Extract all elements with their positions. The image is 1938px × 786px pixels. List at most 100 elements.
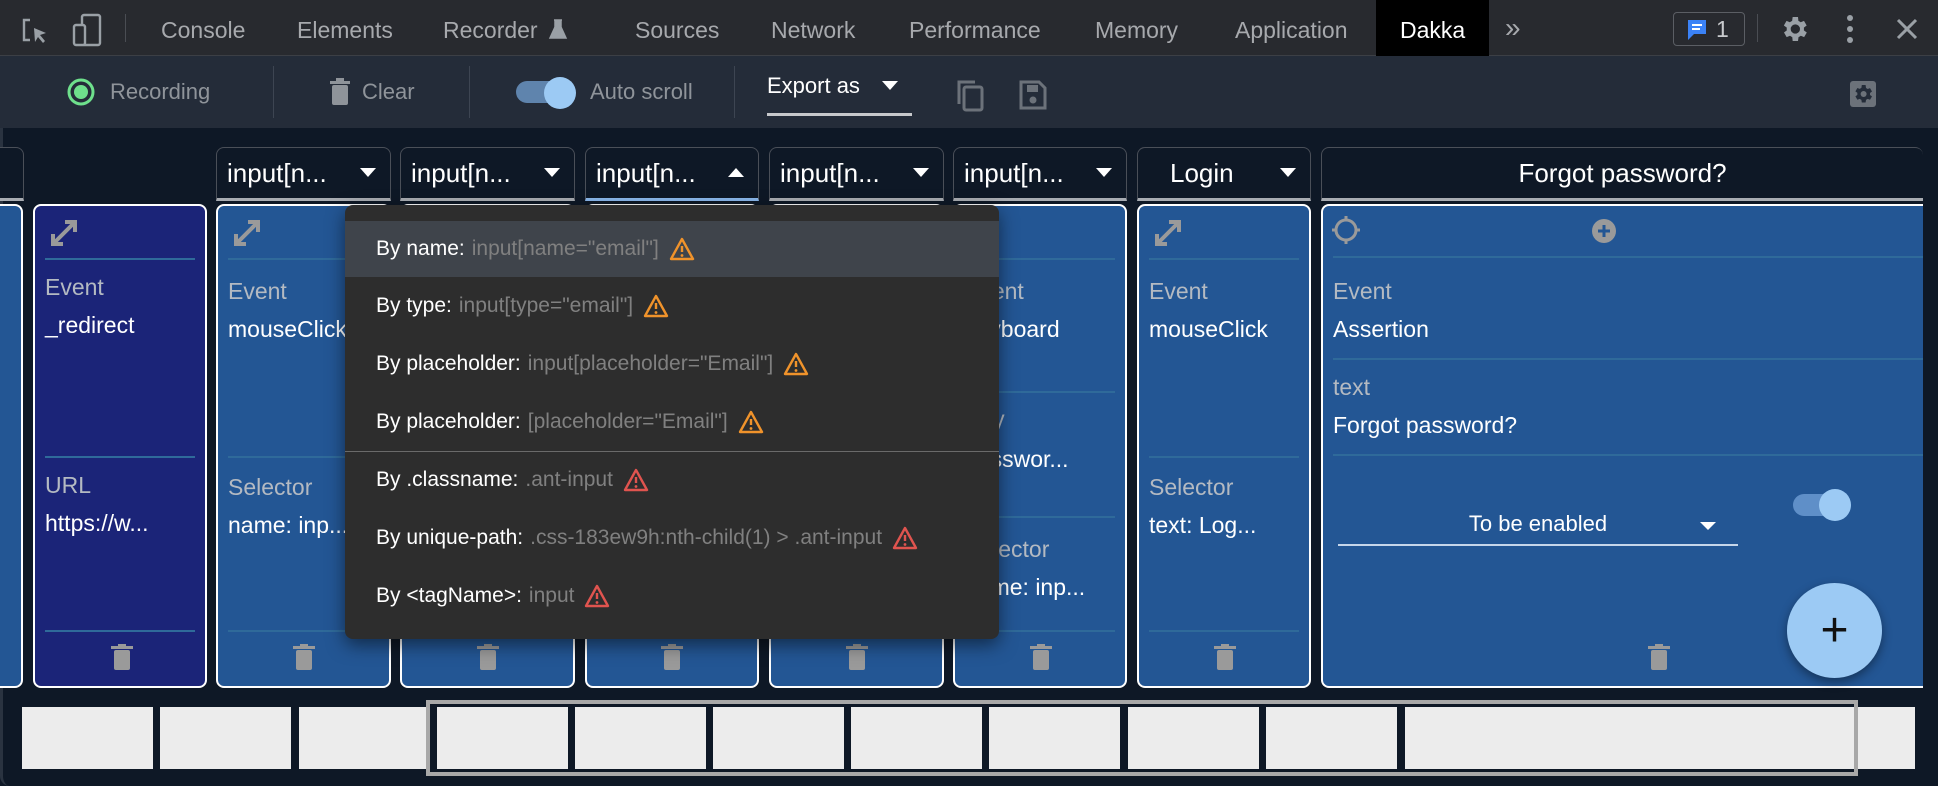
assertion-enabled-toggle[interactable] bbox=[1793, 488, 1853, 522]
selector-value: name: inp... bbox=[228, 512, 349, 538]
selector-dropdown-value: input[n... bbox=[411, 157, 511, 188]
minimap-cell[interactable] bbox=[299, 707, 430, 769]
assertion-condition-value: To be enabled bbox=[1468, 511, 1608, 536]
menu-item-by-tagname[interactable]: By <tagName>: input bbox=[345, 568, 999, 624]
plus-icon: + bbox=[1820, 603, 1849, 657]
divider bbox=[1149, 456, 1299, 458]
assertion-condition-select[interactable]: To be enabled bbox=[1338, 504, 1738, 546]
clear-button[interactable]: Clear bbox=[330, 56, 415, 128]
option-prefix: By placeholder: bbox=[376, 410, 521, 433]
option-prefix: By .classname: bbox=[376, 468, 519, 491]
trash-icon[interactable] bbox=[1030, 644, 1052, 670]
menu-item-by-name[interactable]: By name: input[name="email"] bbox=[345, 221, 999, 277]
url-value: https://w... bbox=[45, 510, 149, 536]
chevron-down-icon bbox=[1096, 168, 1112, 177]
tab-dakka[interactable]: Dakka bbox=[1376, 0, 1490, 56]
issues-badge[interactable]: 1 bbox=[1673, 12, 1745, 46]
close-icon[interactable] bbox=[1896, 18, 1918, 45]
divider bbox=[1333, 256, 1923, 258]
chevron-down-icon bbox=[544, 168, 560, 177]
selector-label: Selector bbox=[1149, 474, 1234, 500]
chevron-down-icon bbox=[360, 168, 376, 177]
selector-dropdown-5[interactable]: input[n... bbox=[953, 147, 1127, 201]
selector-dropdown-2[interactable]: input[n... bbox=[400, 147, 575, 201]
menu-item-by-classname[interactable]: By .classname: .ant-input bbox=[345, 452, 999, 508]
add-event-button[interactable]: + bbox=[1787, 583, 1882, 678]
trash-icon[interactable] bbox=[661, 644, 683, 670]
crosshair-icon[interactable] bbox=[1331, 214, 1361, 246]
option-prefix: By type: bbox=[376, 294, 452, 317]
tab-performance[interactable]: Performance bbox=[909, 0, 1041, 56]
copy-icon[interactable] bbox=[955, 78, 985, 117]
minimap-cell[interactable] bbox=[160, 707, 291, 769]
option-selector: input bbox=[528, 584, 575, 607]
selector-dropdown-3[interactable]: input[n... bbox=[585, 147, 759, 201]
menu-item-by-unique-path[interactable]: By unique-path: .css-183ew9h:nth-child(1)… bbox=[345, 510, 999, 566]
kebab-menu-icon[interactable] bbox=[1843, 14, 1857, 49]
chevron-down-icon bbox=[881, 81, 898, 90]
add-circle-icon[interactable] bbox=[1591, 218, 1617, 244]
gear-icon[interactable] bbox=[1778, 13, 1810, 50]
text-value: Forgot password? bbox=[1333, 412, 1518, 438]
menu-item-by-placeholder[interactable]: By placeholder: input[placeholder="Email"… bbox=[345, 336, 999, 392]
selector-dropdown-value: input[n... bbox=[227, 157, 327, 188]
recording-button[interactable]: Recording bbox=[66, 56, 210, 128]
option-selector: input[placeholder="Email"] bbox=[527, 352, 774, 375]
minimap-viewport[interactable] bbox=[426, 700, 1858, 776]
toggle-switch bbox=[516, 75, 576, 109]
devtools-tab-bar: Console Elements Recorder Sources Networ… bbox=[0, 0, 1938, 56]
more-tabs-button[interactable]: » bbox=[1505, 0, 1521, 56]
expand-icon[interactable] bbox=[47, 216, 81, 250]
minimap-cell[interactable] bbox=[22, 707, 153, 769]
menu-item-by-type[interactable]: By type: input[type="email"] bbox=[345, 278, 999, 334]
trash-icon[interactable] bbox=[1648, 644, 1670, 670]
trash-icon[interactable] bbox=[293, 644, 315, 670]
settings-icon[interactable] bbox=[1849, 80, 1877, 113]
divider bbox=[125, 14, 126, 42]
selector-options-menu: By name: input[name="email"] By type: inpu… bbox=[345, 205, 999, 639]
event-card-redirect[interactable]: Event _redirect URL https://w... bbox=[33, 204, 207, 688]
chevron-down-icon bbox=[1280, 168, 1296, 177]
trash-icon[interactable] bbox=[846, 644, 868, 670]
event-card-partial[interactable] bbox=[0, 204, 23, 688]
trash-icon[interactable] bbox=[111, 644, 133, 670]
export-as-select[interactable]: Export as bbox=[767, 58, 912, 116]
tab-network[interactable]: Network bbox=[771, 0, 855, 56]
selector-dropdown-1[interactable]: input[n... bbox=[216, 147, 391, 201]
divider bbox=[1149, 258, 1299, 260]
auto-scroll-label: Auto scroll bbox=[590, 79, 693, 104]
option-selector: .ant-input bbox=[525, 468, 613, 491]
expand-icon[interactable] bbox=[230, 216, 264, 250]
selector-dropdown-login[interactable]: Login bbox=[1137, 147, 1311, 201]
save-icon[interactable] bbox=[1019, 80, 1047, 115]
export-as-label: Export as bbox=[767, 72, 860, 98]
clear-label: Clear bbox=[362, 79, 415, 104]
divider bbox=[273, 66, 274, 118]
tab-recorder[interactable]: Recorder bbox=[443, 0, 568, 56]
selector-label: Selector bbox=[228, 474, 313, 500]
menu-item-by-placeholder-attr[interactable]: By placeholder: [placeholder="Email"] bbox=[345, 394, 999, 450]
tab-console[interactable]: Console bbox=[161, 0, 245, 56]
selector-dropdown-forgot-password[interactable]: Forgot password? bbox=[1321, 147, 1923, 201]
expand-icon[interactable] bbox=[1151, 216, 1185, 250]
event-label: Event bbox=[228, 278, 287, 304]
option-prefix: By placeholder: bbox=[376, 352, 521, 375]
selector-dropdown-4[interactable]: input[n... bbox=[769, 147, 944, 201]
danger-icon bbox=[892, 526, 918, 550]
divider bbox=[45, 630, 195, 632]
auto-scroll-toggle[interactable]: Auto scroll bbox=[516, 56, 693, 128]
trash-icon[interactable] bbox=[477, 644, 499, 670]
selector-dropdown-value: input[n... bbox=[596, 157, 696, 188]
divider bbox=[45, 456, 195, 458]
tab-application[interactable]: Application bbox=[1235, 0, 1348, 56]
event-card-login-click[interactable]: Event mouseClick Selector text: Log... bbox=[1137, 204, 1311, 688]
text-label: text bbox=[1333, 374, 1371, 400]
device-toolbar-icon[interactable] bbox=[72, 13, 104, 52]
tab-memory[interactable]: Memory bbox=[1095, 0, 1178, 56]
warning-icon bbox=[784, 352, 809, 376]
tab-elements[interactable]: Elements bbox=[297, 0, 393, 56]
tab-sources[interactable]: Sources bbox=[635, 0, 719, 56]
column-header-partial[interactable] bbox=[0, 147, 24, 201]
trash-icon[interactable] bbox=[1214, 644, 1236, 670]
inspect-element-icon[interactable] bbox=[20, 16, 50, 51]
